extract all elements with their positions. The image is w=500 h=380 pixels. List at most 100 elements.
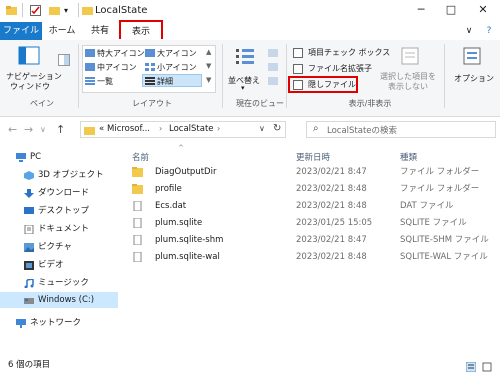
forward-arrow-icon[interactable]: → [24, 123, 33, 136]
nav-item-windows-c[interactable]: Windows (C:) [0, 292, 118, 308]
hidden-items-checkbox[interactable] [293, 80, 303, 90]
nav-item-desktop[interactable]: デスクトップ [24, 203, 89, 219]
column-header-name[interactable]: 名前 [132, 151, 149, 163]
column-header-date[interactable]: 更新日時 [296, 151, 330, 163]
table-row[interactable]: profile 2023/02/21 8:48 ファイル フォルダー [128, 181, 496, 197]
ribbon-separator [78, 44, 79, 108]
column-header-type[interactable]: 種類 [400, 151, 417, 163]
hide-selected-button[interactable]: 選択した項目を 表示しない [380, 44, 438, 94]
recent-locations-icon[interactable]: ∨ [40, 125, 46, 134]
window-title: LocalState [95, 5, 148, 16]
navigation-pane-button[interactable]: ナビゲーション ウィンドウ [6, 44, 62, 92]
cube-icon [24, 170, 34, 180]
nav-item-music[interactable]: ミュージック [24, 275, 89, 291]
details-icon [145, 77, 155, 85]
hide-selected-icon [400, 46, 420, 69]
table-row[interactable]: DiagOutputDir 2023/02/21 8:47 ファイル フォルダー [128, 164, 496, 180]
nav-item-network[interactable]: ネットワーク [16, 315, 81, 331]
maximize-button[interactable]: □ [440, 2, 462, 18]
search-box[interactable]: ⌕ LocalStateの検索 [306, 121, 496, 138]
navigation-pane: PC 3D オブジェクト ダウンロード デスクトップ ドキュメント ピクチャ ビ… [0, 143, 118, 355]
nav-item-videos[interactable]: ビデオ [24, 257, 64, 273]
minimize-button[interactable]: ─ [410, 2, 432, 18]
quick-access-dropdown-icon[interactable]: ▾ [64, 5, 75, 16]
layout-xl-icons[interactable]: 特大アイコン [97, 48, 145, 59]
preview-pane-button[interactable] [58, 44, 72, 84]
file-type: SQLITE-WAL ファイル [400, 252, 488, 262]
file-type: ファイル フォルダー [400, 184, 480, 194]
add-columns-icon[interactable] [268, 63, 278, 71]
back-arrow-icon[interactable]: ← [8, 123, 17, 136]
navigation-pane-icon [18, 46, 40, 69]
ribbon-collapse-icon[interactable]: ∨ [462, 22, 476, 40]
layout-scroll-up-icon[interactable]: ▲ [206, 48, 211, 56]
ribbon-tabs: ファイル ホーム 共有 表示 ∨ ? [0, 20, 500, 41]
new-folder-icon[interactable] [49, 5, 60, 16]
table-row[interactable]: Ecs.dat 2023/02/21 8:48 DAT ファイル [128, 198, 496, 214]
refresh-icon[interactable]: ↻ [273, 123, 281, 134]
title-separator [22, 3, 23, 17]
file-icon [132, 200, 143, 212]
file-date: 2023/02/21 8:48 [296, 184, 367, 194]
properties-icon[interactable] [30, 5, 41, 16]
address-dropdown-icon[interactable]: ∨ [259, 124, 265, 133]
table-row[interactable]: plum.sqlite-shm 2023/02/21 8:47 SQLITE-S… [128, 232, 496, 248]
nav-item-downloads[interactable]: ダウンロード [24, 185, 89, 201]
breadcrumb-chevron-icon[interactable]: › [159, 124, 162, 133]
size-columns-icon[interactable] [268, 77, 278, 85]
table-row[interactable]: plum.sqlite-wal 2023/02/21 8:48 SQLITE-W… [128, 249, 496, 265]
file-date: 2023/02/21 8:47 [296, 167, 367, 177]
file-name: plum.sqlite-shm [155, 235, 224, 245]
file-icon [132, 234, 143, 246]
drive-icon [24, 295, 34, 304]
nav-item-pc[interactable]: PC [16, 149, 41, 165]
layout-large-icons[interactable]: 大アイコン [157, 48, 197, 59]
details-view-icon[interactable] [465, 360, 477, 380]
large-icons-view-icon[interactable] [482, 360, 492, 380]
ribbon-separator [222, 44, 223, 108]
layout-small-icons[interactable]: 小アイコン [157, 62, 197, 73]
layout-list[interactable]: 一覧 [97, 76, 113, 87]
layout-expand-icon[interactable]: ▼ [206, 76, 211, 84]
xl-icons-icon [85, 49, 95, 57]
nav-label: ピクチャ [38, 242, 72, 252]
file-type: SQLITE ファイル [400, 218, 467, 228]
address-overflow[interactable]: « [99, 124, 104, 134]
group-by-icon[interactable] [268, 49, 278, 57]
tab-file[interactable]: ファイル [0, 22, 42, 40]
table-row[interactable]: plum.sqlite 2023/01/25 15:05 SQLITE ファイル [128, 215, 496, 231]
layout-details[interactable]: 詳細 [157, 76, 173, 87]
item-checkboxes-checkbox[interactable] [293, 48, 303, 58]
file-extensions-checkbox[interactable] [293, 64, 303, 74]
tab-view[interactable]: 表示 [119, 20, 163, 39]
file-date: 2023/02/21 8:48 [296, 252, 367, 262]
search-icon: ⌕ [313, 123, 319, 134]
nav-item-documents[interactable]: ドキュメント [24, 221, 89, 237]
pc-icon [16, 152, 26, 162]
address-row: ← → ∨ ↑ « Microsof... › LocalState › ∨ ↻… [0, 117, 500, 143]
item-count: 6 個の項目 [8, 360, 51, 370]
sort-by-button[interactable]: 並べ替え ▾ [226, 44, 264, 92]
current-view-group-label: 現在のビュー [236, 99, 284, 108]
tab-home[interactable]: ホーム [45, 22, 79, 40]
close-button[interactable]: ✕ [472, 2, 494, 18]
up-arrow-icon[interactable]: ↑ [56, 123, 65, 136]
music-icon [24, 278, 34, 289]
layout-scroll-down-icon[interactable]: ▼ [206, 62, 211, 70]
tab-share[interactable]: 共有 [85, 22, 115, 40]
breadcrumb-localstate[interactable]: LocalState [169, 124, 214, 134]
breadcrumb-chevron-icon[interactable]: › [217, 124, 220, 133]
help-icon[interactable]: ? [481, 22, 497, 40]
ribbon: ナビゲーション ウィンドウ ペイン 特大アイコン 大アイコン 中アイコン 小アイ… [0, 40, 500, 117]
hide-selected-label-2: 表示しない [388, 82, 428, 91]
breadcrumb-microsoft[interactable]: Microsof... [107, 124, 150, 134]
layout-medium-icons[interactable]: 中アイコン [97, 62, 137, 73]
file-type: ファイル フォルダー [400, 167, 480, 177]
network-icon [16, 318, 26, 328]
app-folder-icon [6, 5, 17, 16]
address-bar[interactable]: « Microsof... › LocalState › ∨ ↻ [80, 121, 286, 138]
nav-item-pictures[interactable]: ピクチャ [24, 239, 72, 255]
file-name: plum.sqlite [155, 218, 203, 228]
nav-item-3d-objects[interactable]: 3D オブジェクト [24, 167, 104, 183]
options-button[interactable]: オプション [448, 44, 496, 92]
